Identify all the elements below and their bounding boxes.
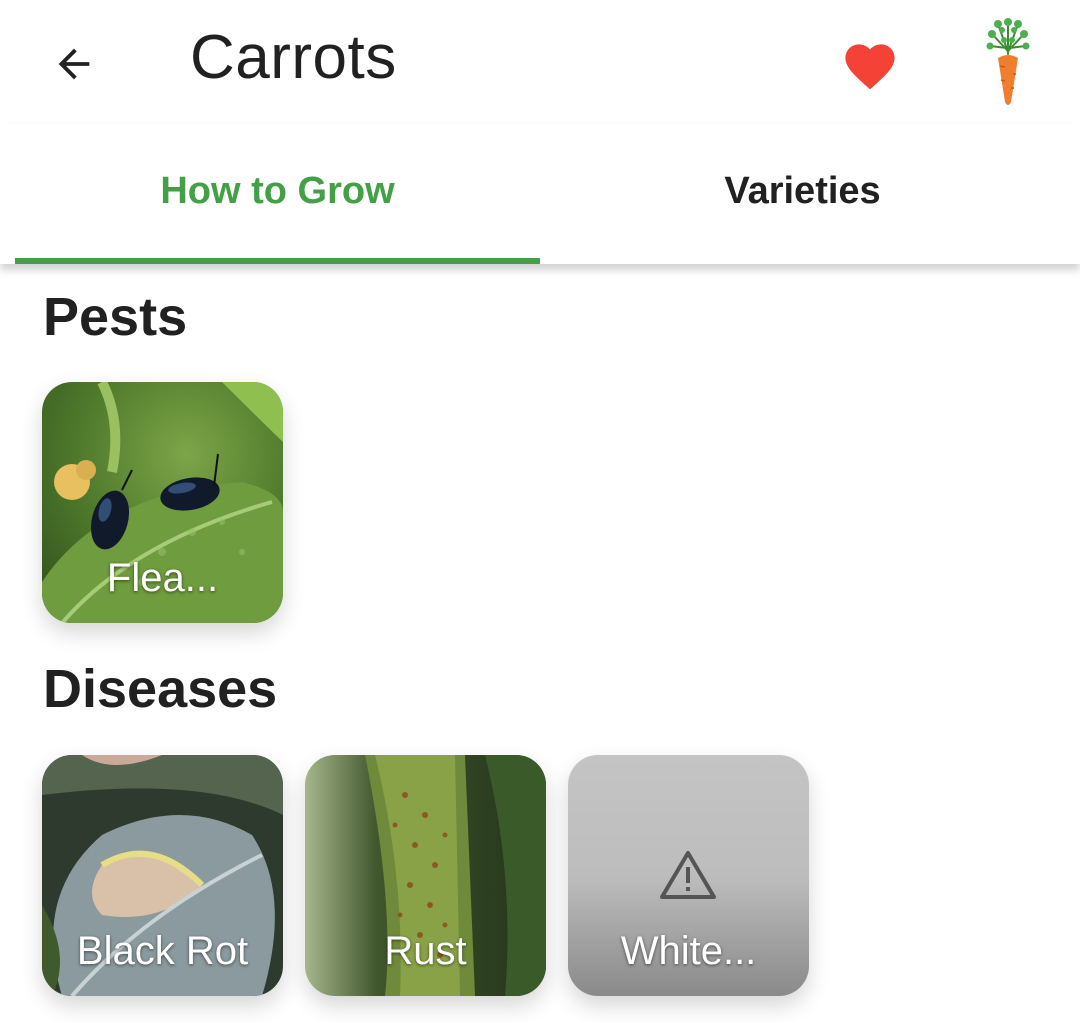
disease-card-black-rot[interactable]: Black Rot	[42, 755, 283, 996]
warning-icon	[660, 851, 716, 899]
diseases-heading: Diseases	[43, 659, 278, 719]
arrow-left-icon	[58, 48, 90, 80]
tab-varieties[interactable]: Varieties	[540, 124, 1065, 264]
tab-bar: How to Grow Varieties	[0, 124, 1080, 264]
carrot-icon	[986, 18, 1030, 105]
disease-label: Black Rot	[76, 929, 249, 973]
disease-card-rust[interactable]: Rust	[305, 755, 546, 996]
page-title: Carrots	[190, 23, 397, 92]
pest-card-flea[interactable]: Flea...	[42, 382, 283, 623]
pests-heading: Pests	[43, 287, 188, 347]
back-button[interactable]	[40, 30, 108, 98]
tab-how-to-grow[interactable]: How to Grow	[15, 124, 540, 264]
disease-label: Rust	[384, 929, 467, 973]
app-bar: Carrots	[0, 0, 1080, 124]
favorite-button[interactable]	[832, 30, 908, 98]
heart-icon	[845, 44, 895, 90]
pest-label: Flea...	[106, 556, 219, 600]
disease-label: White...	[620, 929, 757, 973]
disease-card-white[interactable]: White...	[568, 755, 809, 996]
tab-indicator	[15, 258, 540, 264]
